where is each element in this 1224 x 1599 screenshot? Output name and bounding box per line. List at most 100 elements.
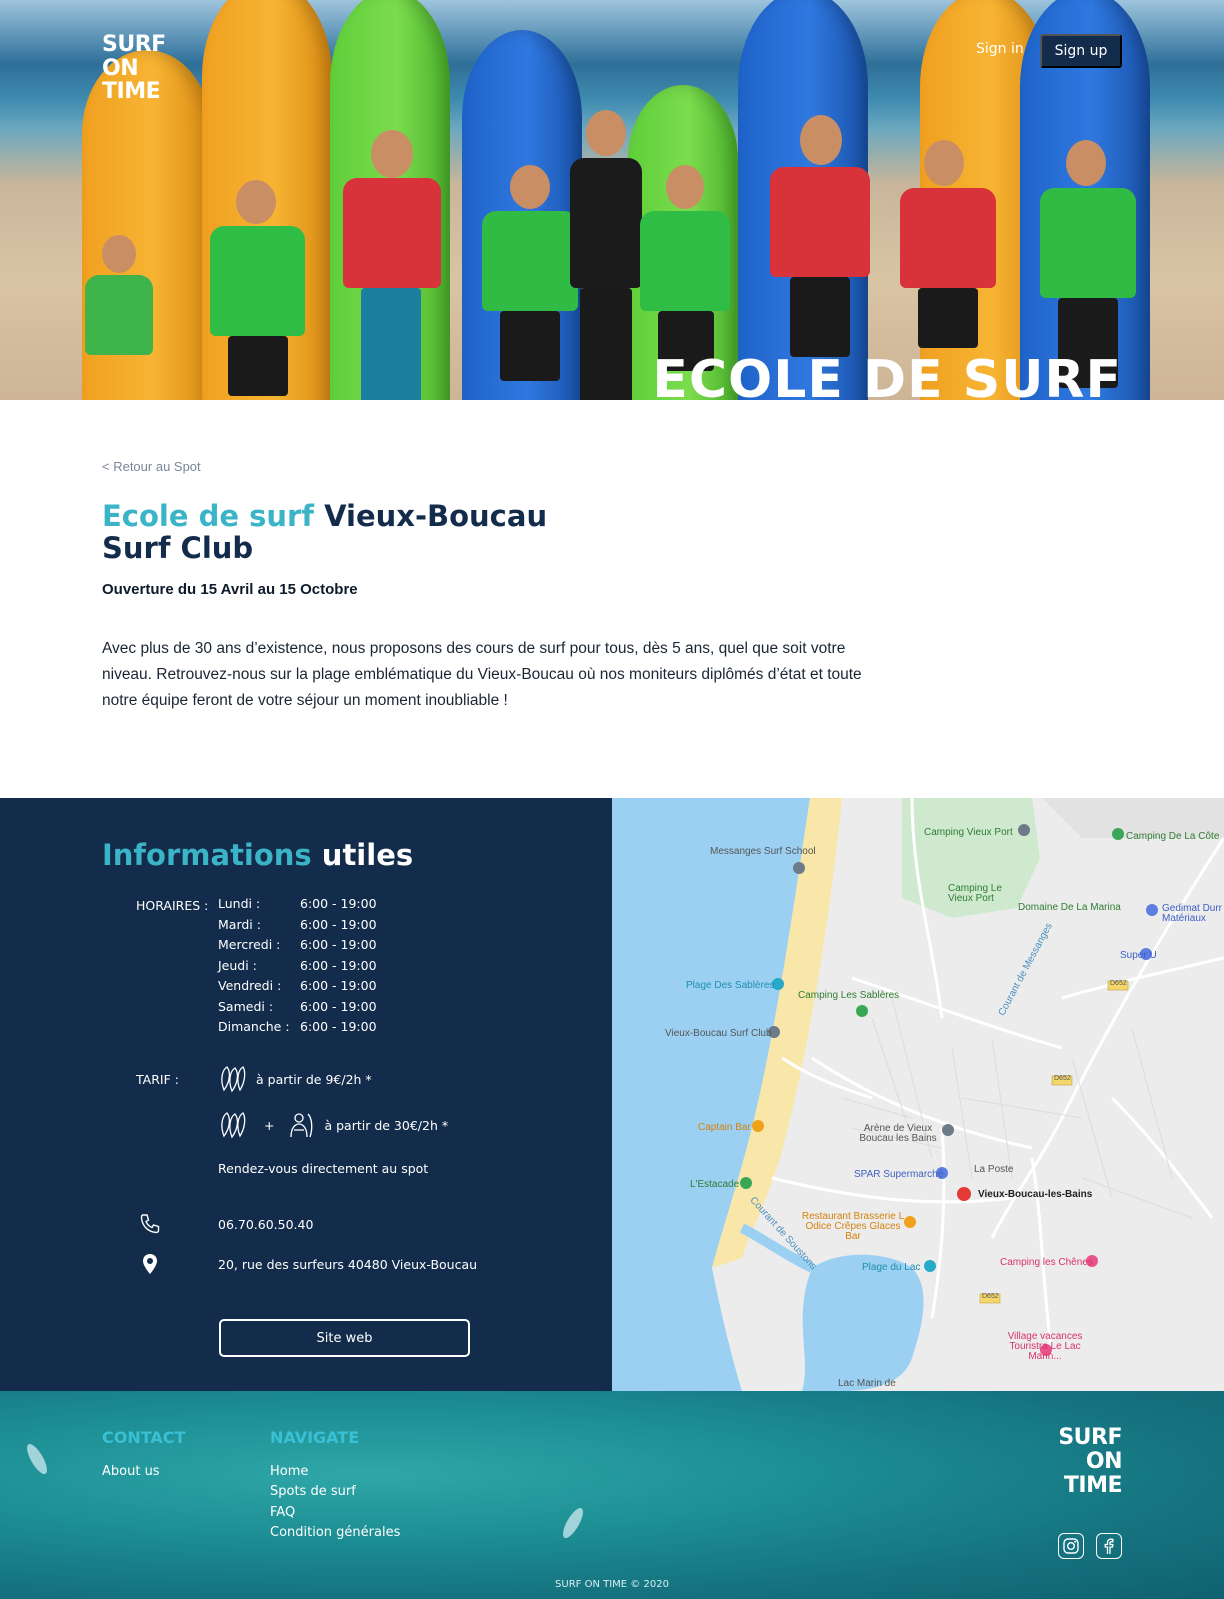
site-logo[interactable]: SURF ON TIME xyxy=(102,33,166,104)
logo-line: ON xyxy=(102,55,139,81)
map-label: Super U xyxy=(1120,950,1157,961)
map-label: Camping Le Vieux Port xyxy=(948,883,1002,904)
tarif-board: à partir de 9€/2h * xyxy=(218,1064,372,1094)
tarif-label: TARIF : xyxy=(136,1072,179,1087)
phone-number: 06.70.60.50.40 xyxy=(218,1216,314,1232)
map-canvas[interactable] xyxy=(612,798,1224,1391)
map-label: Village vacances Touristra Le Lac Marin.… xyxy=(1007,1331,1083,1362)
day: Mercredi : xyxy=(218,937,281,952)
map-label: Plage du Lac xyxy=(862,1262,921,1273)
map-label: Camping Les Sablères xyxy=(798,990,900,1001)
info-title: Informations utiles xyxy=(102,838,413,872)
logo-line: ON xyxy=(1085,1449,1123,1474)
school-description: Avec plus de 30 ans d’existence, nous pr… xyxy=(102,640,862,709)
info-panel: Informations utiles HORAIRES : Lundi : 6:… xyxy=(0,798,612,1391)
signup-button[interactable]: Sign up xyxy=(1040,34,1122,68)
map-label: Arène de Vieux Boucau les Bains xyxy=(859,1123,937,1144)
tarif-lesson-text: à partir de 30€/2h * xyxy=(324,1117,449,1133)
plus-sign: + xyxy=(264,1117,275,1133)
time: 6:00 - 19:00 xyxy=(300,937,377,952)
title-accent: Ecole de surf xyxy=(102,499,314,533)
logo-line: TIME xyxy=(1063,1473,1123,1498)
time: 6:00 - 19:00 xyxy=(300,978,377,993)
hero-banner: SURF ON TIME Sign in Sign up ECOLE DE SU… xyxy=(0,0,1224,400)
website-button[interactable]: Site web xyxy=(219,1319,470,1357)
map-label: Camping les Chênes xyxy=(1000,1257,1093,1268)
map-label: Lac Marin de xyxy=(838,1378,896,1389)
phone-row[interactable]: 06.70.60.50.40 xyxy=(138,1212,313,1236)
back-to-spot-link[interactable]: < Retour au Spot xyxy=(102,459,201,474)
time: 6:00 - 19:00 xyxy=(300,916,377,932)
day: Jeudi : xyxy=(218,957,257,973)
map-label: Captain Bar xyxy=(698,1122,751,1133)
map-label: Vieux-Boucau-les-Bains xyxy=(978,1189,1093,1200)
copyright-text: SURF ON TIME © 2020 xyxy=(555,1579,669,1590)
footer-link-about[interactable]: About us xyxy=(102,1464,160,1479)
road-shield: D652 xyxy=(982,1293,999,1300)
hours-label: HORAIRES : xyxy=(136,898,209,913)
map-label: Vieux-Boucau Surf Club xyxy=(665,1028,772,1039)
page-title: Ecole de surf Vieux-Boucau Surf Club xyxy=(102,500,572,564)
hours-table: Lundi :6:00 - 19:00 Mardi :6:00 - 19:00 … xyxy=(218,896,377,1040)
footer-logo[interactable]: SURF ON TIME xyxy=(1058,1426,1122,1498)
logo-line: TIME xyxy=(102,79,161,104)
day: Dimanche : xyxy=(218,1019,290,1034)
map-label: Messanges Surf School xyxy=(710,846,816,857)
footer-link-home[interactable]: Home xyxy=(270,1464,308,1479)
map-label: SPAR Supermarché xyxy=(854,1169,944,1180)
footer-link-spots[interactable]: Spots de surf xyxy=(270,1484,356,1499)
time: 6:00 - 19:00 xyxy=(300,957,377,973)
hours-row: Jeudi : 6:00 - 19:00 xyxy=(218,958,377,979)
hours-row: Vendredi : 6:00 - 19:00 xyxy=(218,978,377,999)
time: 6:00 - 19:00 xyxy=(300,896,377,911)
rendezvous-note: Rendez-vous directement au spot xyxy=(218,1161,429,1176)
map-label: Camping De La Côte xyxy=(1126,831,1220,842)
hours-row: Mardi : 6:00 - 19:00 xyxy=(218,917,377,938)
map-label: La Poste xyxy=(974,1164,1014,1175)
logo-line: SURF xyxy=(1058,1425,1122,1450)
surfboard-icon xyxy=(221,1112,246,1139)
day: Mardi : xyxy=(218,916,261,932)
map-label: L'Estacade xyxy=(690,1179,740,1190)
instagram-icon[interactable] xyxy=(1058,1533,1084,1559)
map-label: Plage Des Sablères xyxy=(686,980,775,991)
footer-link-faq[interactable]: FAQ xyxy=(270,1505,295,1520)
site-footer: CONTACT About us NAVIGATE Home Spots de … xyxy=(0,1391,1224,1599)
logo-line: SURF xyxy=(102,32,166,57)
hours-row: Lundi : 6:00 - 19:00 xyxy=(218,896,377,917)
facebook-icon[interactable] xyxy=(1096,1533,1122,1559)
road-shield: D652 xyxy=(1054,1075,1071,1082)
address-row: 20, rue des surfeurs 40480 Vieux-Boucau xyxy=(138,1252,477,1276)
map-label: Domaine De La Marina xyxy=(1018,902,1121,913)
hero-title: ECOLE DE SURF xyxy=(652,350,1122,400)
footer-contact-title: CONTACT xyxy=(102,1428,186,1447)
signin-link[interactable]: Sign in xyxy=(976,41,1024,57)
hours-row: Mercredi : 6:00 - 19:00 xyxy=(218,937,377,958)
surfboard-icon xyxy=(221,1066,246,1093)
day: Vendredi : xyxy=(218,978,282,993)
road-shield: D652 xyxy=(1110,980,1127,987)
opening-dates: Ouverture du 15 Avril au 15 Octobre xyxy=(102,581,358,598)
day: Lundi : xyxy=(218,896,261,911)
time: 6:00 - 19:00 xyxy=(300,1019,377,1034)
info-title-accent: Informations xyxy=(102,838,312,872)
time: 6:00 - 19:00 xyxy=(300,998,377,1014)
info-title-rest: utiles xyxy=(311,838,414,872)
day: Samedi : xyxy=(218,998,274,1014)
surfer-decoration xyxy=(559,1505,587,1541)
location-pin-icon xyxy=(143,1254,157,1274)
address-text: 20, rue des surfeurs 40480 Vieux-Boucau xyxy=(218,1256,478,1272)
tarif-lesson: + à partir de 30€/2h * xyxy=(218,1110,448,1140)
footer-link-conditions[interactable]: Condition générales xyxy=(270,1525,400,1540)
instructor-icon xyxy=(290,1113,313,1138)
hours-row: Samedi : 6:00 - 19:00 xyxy=(218,999,377,1020)
tarif-board-text: à partir de 9€/2h * xyxy=(256,1071,372,1087)
hours-row: Dimanche : 6:00 - 19:00 xyxy=(218,1019,377,1040)
map-label: Camping Vieux Port xyxy=(924,827,1013,838)
footer-navigate-title: NAVIGATE xyxy=(270,1428,360,1447)
phone-icon xyxy=(140,1214,160,1234)
map-label: Gedimat Durr Matériaux xyxy=(1162,903,1223,924)
surfer-decoration xyxy=(23,1441,51,1477)
map-label: Restaurant Brasserie L Odice Crêpes Glac… xyxy=(801,1211,905,1242)
location-map[interactable]: Messanges Surf School Camping Vieux Port… xyxy=(612,798,1224,1391)
